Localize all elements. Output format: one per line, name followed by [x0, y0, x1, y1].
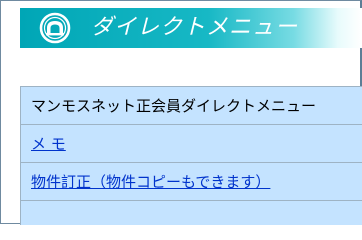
page-frame: ダイレクトメニュー マンモスネット正会員ダイレクトメニュー メ モ 物件訂正（物… [0, 0, 362, 225]
banner-title: ダイレクトメニュー [91, 15, 299, 40]
menu-item-property-edit[interactable]: 物件訂正（物件コピーもできます） [21, 163, 362, 201]
menu-header: マンモスネット正会員ダイレクトメニュー [21, 87, 362, 125]
memo-link[interactable]: メ モ [31, 133, 66, 154]
menu-item-empty [21, 201, 362, 225]
direct-menu-table: マンモスネット正会員ダイレクトメニュー メ モ 物件訂正（物件コピーもできます） [20, 86, 362, 225]
menu-item-memo[interactable]: メ モ [21, 125, 362, 163]
menu-header-label: マンモスネット正会員ダイレクトメニュー [31, 97, 317, 115]
header-banner: ダイレクトメニュー [20, 8, 362, 48]
arch-emblem-icon [39, 12, 71, 44]
property-edit-link[interactable]: 物件訂正（物件コピーもできます） [31, 171, 270, 192]
